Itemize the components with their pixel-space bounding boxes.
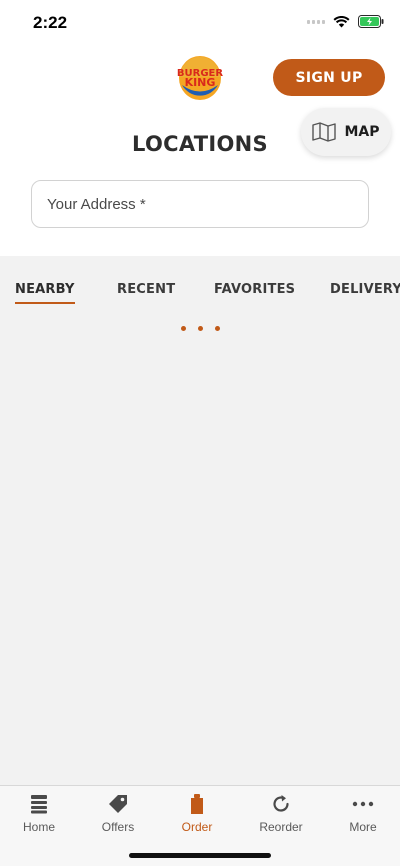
home-icon (30, 792, 48, 816)
status-time: 2:22 (33, 13, 68, 32)
more-icon (352, 792, 374, 816)
nav-reorder[interactable]: Reorder (241, 792, 321, 834)
signup-button[interactable]: SIGN UP (273, 59, 385, 96)
loading-indicator (0, 326, 400, 331)
nav-more-label: More (349, 820, 377, 834)
address-field[interactable] (31, 180, 369, 228)
status-bar: 2:22 (0, 0, 400, 46)
signal-icon (307, 19, 325, 24)
reorder-icon (271, 792, 291, 816)
tab-nearby[interactable]: NEARBY (15, 282, 75, 304)
svg-text:KING: KING (185, 76, 216, 89)
map-icon (312, 122, 337, 142)
nav-offers[interactable]: Offers (78, 792, 158, 834)
map-button[interactable]: MAP (301, 108, 391, 156)
nav-home[interactable]: Home (0, 792, 79, 834)
home-indicator[interactable] (129, 853, 271, 858)
nav-order[interactable]: Order (157, 792, 237, 834)
tab-delivery[interactable]: DELIVERY (330, 282, 400, 297)
burger-king-logo[interactable]: BURGER KING (176, 54, 224, 102)
wifi-icon (333, 15, 350, 27)
tab-favorites[interactable]: FAVORITES (214, 282, 295, 297)
battery-icon (358, 15, 384, 28)
address-input[interactable] (47, 195, 353, 213)
nav-reorder-label: Reorder (259, 820, 303, 834)
nav-home-label: Home (22, 820, 55, 834)
nav-more[interactable]: More (323, 792, 400, 834)
nav-offers-label: Offers (101, 820, 135, 834)
bag-icon (189, 792, 205, 816)
map-button-label: MAP (344, 124, 380, 140)
locations-panel: NEARBY RECENT FAVORITES DELIVERY (0, 256, 400, 785)
nav-order-label: Order (181, 820, 213, 834)
tab-recent[interactable]: RECENT (117, 282, 175, 297)
header: BURGER KING SIGN UP LOCATIONS MAP (0, 46, 400, 256)
tag-icon (107, 792, 129, 816)
location-tabs: NEARBY RECENT FAVORITES DELIVERY (0, 282, 400, 306)
status-icons (307, 15, 384, 28)
